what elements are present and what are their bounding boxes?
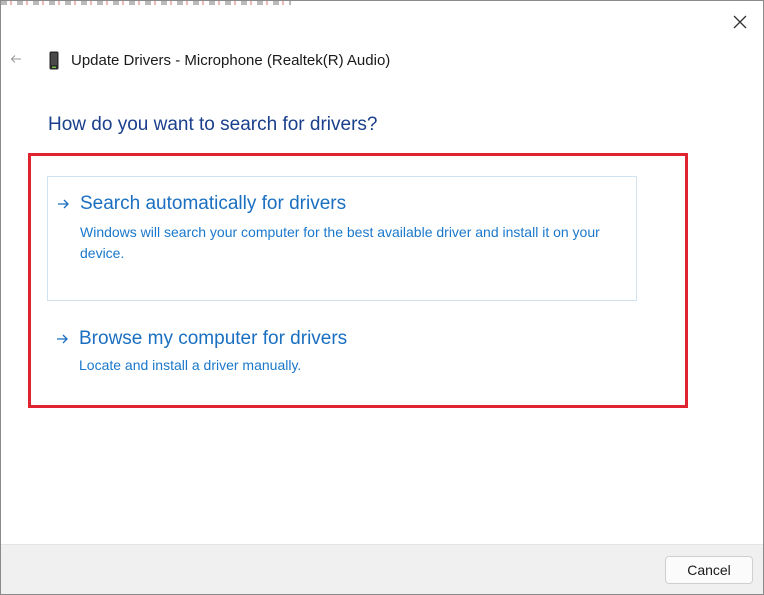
close-icon <box>733 15 747 29</box>
arrow-right-icon <box>57 334 68 344</box>
arrow-right-icon <box>58 199 69 209</box>
option-description: Windows will search your computer for th… <box>80 224 600 261</box>
close-button[interactable] <box>725 7 755 37</box>
option-description: Locate and install a driver manually. <box>79 357 302 373</box>
page-heading: How do you want to search for drivers? <box>48 114 378 135</box>
dialog-title: Update Drivers - Microphone (Realtek(R) … <box>71 52 391 69</box>
update-drivers-dialog: Update Drivers - Microphone (Realtek(R) … <box>0 0 764 595</box>
option-title: Search automatically for drivers <box>80 193 347 214</box>
background-window-strip <box>1 1 291 5</box>
microphone-device-icon <box>49 51 59 70</box>
cancel-button[interactable]: Cancel <box>665 556 753 584</box>
option-title: Browse my computer for drivers <box>79 328 348 349</box>
back-arrow-icon <box>10 55 21 63</box>
dialog-footer: Cancel <box>1 544 763 594</box>
search-automatically-option[interactable]: Search automatically for drivers Windows… <box>47 176 637 301</box>
back-button[interactable] <box>7 49 25 69</box>
browse-computer-option[interactable]: Browse my computer for drivers Locate an… <box>47 316 637 386</box>
